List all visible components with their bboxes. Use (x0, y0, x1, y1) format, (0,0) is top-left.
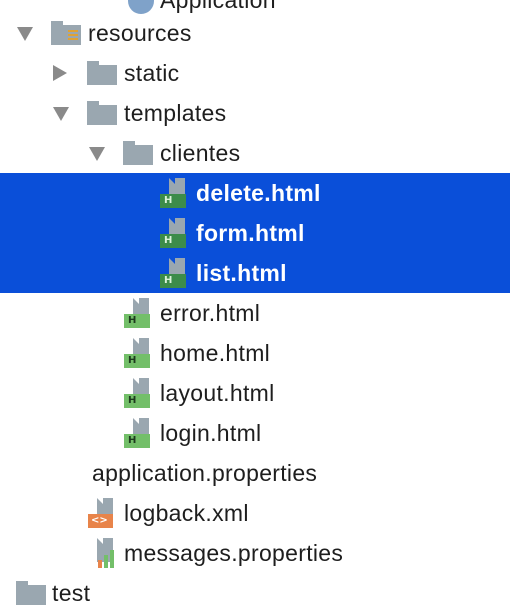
tree-item-templates[interactable]: templates (0, 93, 510, 133)
folder-icon (123, 141, 153, 165)
resources-folder-icon (51, 21, 81, 45)
chevron-down-icon[interactable] (89, 147, 105, 161)
tree-item-label: static (124, 60, 180, 86)
html-file-icon: H (124, 418, 156, 448)
folder-icon (87, 61, 117, 85)
tree-item-resources[interactable]: resources (0, 13, 510, 53)
html-file-icon: H (124, 298, 156, 328)
tree-item-delete-html[interactable]: H delete.html (0, 173, 510, 213)
chevron-down-icon[interactable] (53, 107, 69, 121)
html-file-icon: H (124, 338, 156, 368)
tree-item-label: clientes (160, 140, 241, 166)
folder-icon (16, 581, 46, 605)
application-icon (128, 0, 154, 14)
html-file-icon: H (160, 258, 192, 288)
folder-icon (87, 101, 117, 125)
tree-item-label: home.html (160, 340, 271, 366)
project-tree: Application resources static templates c… (0, 0, 510, 606)
tree-item-messages-properties[interactable]: messages.properties (0, 533, 510, 573)
tree-item-static[interactable]: static (0, 53, 510, 93)
tree-item-test[interactable]: test (0, 573, 510, 613)
tree-item-label: templates (124, 100, 227, 126)
html-file-icon: H (124, 378, 156, 408)
chevron-right-icon[interactable] (53, 65, 67, 81)
tree-item-label: delete.html (196, 180, 321, 206)
tree-item-logback-xml[interactable]: <> logback.xml (0, 493, 510, 533)
tree-item-form-html[interactable]: H form.html (0, 213, 510, 253)
tree-item-home-html[interactable]: H home.html (0, 333, 510, 373)
html-file-icon: H (160, 178, 192, 208)
tree-item-application-properties[interactable]: application.properties (0, 453, 510, 493)
tree-item-label: resources (88, 20, 192, 46)
xml-file-icon: <> (88, 498, 120, 528)
tree-item-label: logback.xml (124, 500, 249, 526)
tree-item-layout-html[interactable]: H layout.html (0, 373, 510, 413)
tree-item-label: list.html (196, 260, 287, 286)
tree-item-label: login.html (160, 420, 262, 446)
tree-item-label: application.properties (92, 460, 318, 486)
tree-item-login-html[interactable]: H login.html (0, 413, 510, 453)
tree-item-list-html[interactable]: H list.html (0, 253, 510, 293)
properties-file-icon (88, 538, 120, 568)
tree-item-label: form.html (196, 220, 305, 246)
tree-item-clientes[interactable]: clientes (0, 133, 510, 173)
tree-item-label: messages.properties (124, 540, 344, 566)
chevron-down-icon[interactable] (17, 27, 33, 41)
tree-item-label: test (52, 580, 91, 606)
tree-item-error-html[interactable]: H error.html (0, 293, 510, 333)
tree-item-label: error.html (160, 300, 261, 326)
html-file-icon: H (160, 218, 192, 248)
tree-item-label: layout.html (160, 380, 275, 406)
